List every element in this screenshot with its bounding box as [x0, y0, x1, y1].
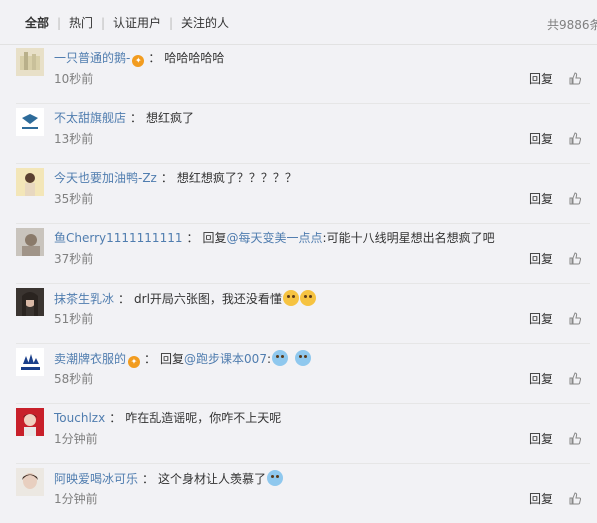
comment-reply-prefix: 回复	[202, 231, 227, 245]
thumbs-up-icon[interactable]	[569, 372, 581, 385]
reply-button[interactable]: 回复	[529, 372, 553, 386]
reply-button[interactable]: 回复	[529, 312, 553, 326]
comment-text: 哈哈哈哈哈	[164, 51, 225, 65]
comment-username[interactable]: Touchlzx	[54, 411, 105, 425]
comment-time: 1分钟前	[54, 432, 98, 446]
comment-item: 抹茶生乳冰： drl开局六张图，我还没看懂 51秒前 回复	[16, 284, 590, 344]
comment-item: 今天也要加油鸭-Zz：想红想疯了？？？？？ 35秒前 回复	[16, 164, 590, 224]
comment-time: 1分钟前	[54, 492, 98, 506]
reply-button[interactable]: 回复	[529, 132, 553, 146]
reply-button[interactable]: 回复	[529, 72, 553, 86]
comment-item: 卖潮牌衣服的 ✦：回复@跑步课本007: 58秒前 回复	[16, 344, 590, 404]
comment-item: Touchlzx：咋在乱造谣呢，你咋不上天呢 1分钟前 回复	[16, 404, 590, 464]
comment-filter-tabs: 全部 | 热门 | 认证用户 | 关注的人 共9886条	[0, 0, 597, 45]
comment-text: 咋在乱造谣呢，你咋不上天呢	[125, 411, 282, 425]
reply-button[interactable]: 回复	[529, 192, 553, 206]
thumbs-up-icon[interactable]	[569, 192, 581, 205]
mention-link[interactable]: @跑步课本007	[184, 352, 267, 366]
comment-time: 37秒前	[54, 252, 94, 266]
comment-username[interactable]: 今天也要加油鸭-Zz	[54, 171, 157, 185]
comment-username[interactable]: 卖潮牌衣服的	[54, 352, 126, 366]
comment-time: 35秒前	[54, 192, 94, 206]
avatar[interactable]	[16, 348, 44, 376]
laugh-roll-emoji	[272, 350, 288, 366]
thumbs-up-icon[interactable]	[569, 432, 581, 445]
comment-time: 58秒前	[54, 372, 94, 386]
tab-divider: |	[57, 16, 62, 30]
comment-username[interactable]: 一只普通的鹅-	[54, 51, 130, 65]
comment-text: 这个身材让人羡慕了	[158, 472, 267, 486]
comment-text: drl开局六张图，我还没看懂	[134, 292, 282, 306]
reply-button[interactable]: 回复	[529, 432, 553, 446]
avatar[interactable]	[16, 108, 44, 136]
thumbs-up-icon[interactable]	[569, 132, 581, 145]
tab-divider: |	[169, 16, 174, 30]
tab-following[interactable]: 关注的人	[181, 16, 229, 30]
thumbs-up-icon[interactable]	[569, 252, 581, 265]
comment-time: 51秒前	[54, 312, 94, 326]
laugh-roll-emoji	[295, 350, 311, 366]
avatar[interactable]	[16, 288, 44, 316]
comment-time: 13秒前	[54, 132, 94, 146]
mention-link[interactable]: @每天变美一点点	[227, 231, 323, 245]
avatar[interactable]	[16, 468, 44, 496]
comment-username[interactable]: 阿映爱喝冰可乐	[54, 472, 138, 486]
comment-list: 一只普通的鹅- ✦：哈哈哈哈哈 10秒前 回复 不太甜旗舰店：想红疯了 13秒前 …	[0, 44, 597, 523]
comment-text: 想红想疯了？？？？？	[176, 171, 297, 185]
tab-hot[interactable]: 热门	[69, 16, 93, 30]
comment-reply-prefix: 回复	[160, 352, 185, 366]
reply-button[interactable]: 回复	[529, 252, 553, 266]
comment-username[interactable]: 鱼Cherry1111111111	[54, 231, 182, 245]
comment-time: 10秒前	[54, 72, 94, 86]
reply-button[interactable]: 回复	[529, 492, 553, 506]
avatar[interactable]	[16, 48, 44, 76]
comment-total-count: 共9886条	[547, 18, 597, 32]
comment-text: :可能十八线明星想出名想疯了吧	[322, 231, 495, 245]
laugh-cry-emoji	[299, 290, 316, 306]
avatar[interactable]	[16, 408, 44, 436]
comment-item: 不太甜旗舰店：想红疯了 13秒前 回复	[16, 104, 590, 164]
comment-item: 阿映爱喝冰可乐：这个身材让人羡慕了 1分钟前 回复	[16, 464, 590, 523]
tab-verified[interactable]: 认证用户	[113, 16, 161, 30]
vip-icon: ✦	[128, 356, 141, 368]
comment-username[interactable]: 不太甜旗舰店	[54, 111, 126, 125]
comment-username[interactable]: 抹茶生乳冰	[54, 292, 114, 306]
thumbs-up-icon[interactable]	[569, 312, 581, 325]
comment-text: 想红疯了	[146, 111, 195, 125]
shocked-emoji	[267, 470, 284, 486]
thumbs-up-icon[interactable]	[569, 72, 581, 85]
avatar[interactable]	[16, 228, 44, 256]
tab-divider: |	[101, 16, 106, 30]
tab-all[interactable]: 全部	[25, 16, 49, 30]
comment-item: 一只普通的鹅- ✦：哈哈哈哈哈 10秒前 回复	[16, 44, 590, 104]
comment-item: 鱼Cherry1111111111：回复@每天变美一点点:可能十八线明星想出名想…	[16, 224, 590, 284]
avatar[interactable]	[16, 168, 44, 196]
vip-icon: ✦	[132, 55, 145, 67]
thumbs-up-icon[interactable]	[569, 492, 581, 505]
laugh-cry-emoji	[282, 290, 299, 306]
